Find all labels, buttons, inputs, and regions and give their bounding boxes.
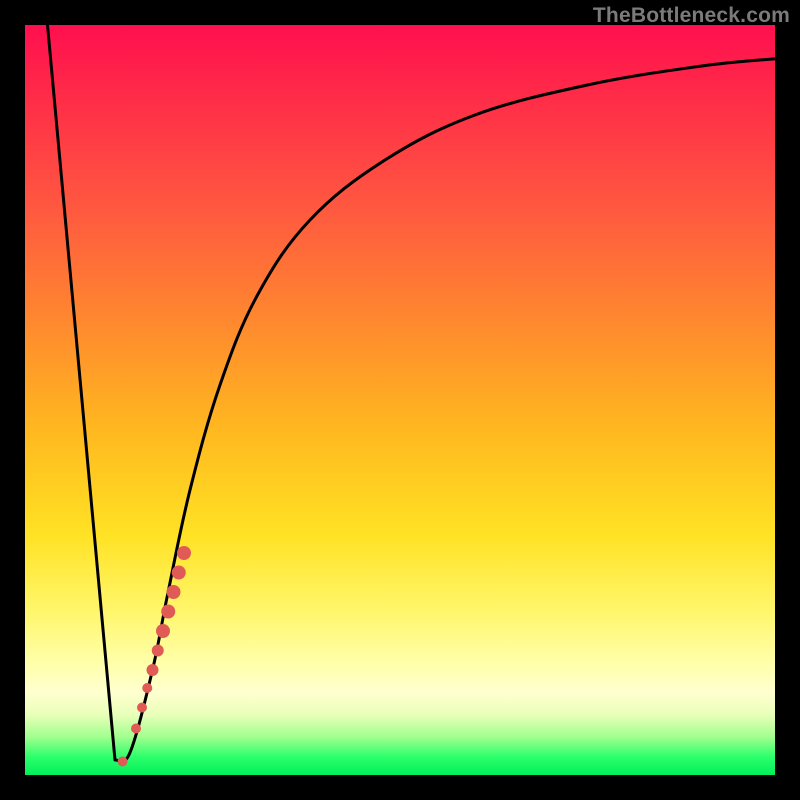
highlight-dot — [156, 624, 170, 638]
highlight-dot — [142, 683, 152, 693]
highlight-dot — [172, 566, 186, 580]
highlight-dot — [118, 757, 128, 767]
chart-stage: TheBottleneck.com — [0, 0, 800, 800]
highlight-dot — [167, 585, 181, 599]
highlight-dot — [131, 724, 141, 734]
highlight-dot — [177, 546, 191, 560]
plot-area — [25, 25, 775, 775]
highlight-dot — [152, 645, 164, 657]
chart-svg — [25, 25, 775, 775]
highlight-dot — [147, 664, 159, 676]
highlight-dot — [161, 605, 175, 619]
highlight-dot — [137, 703, 147, 713]
